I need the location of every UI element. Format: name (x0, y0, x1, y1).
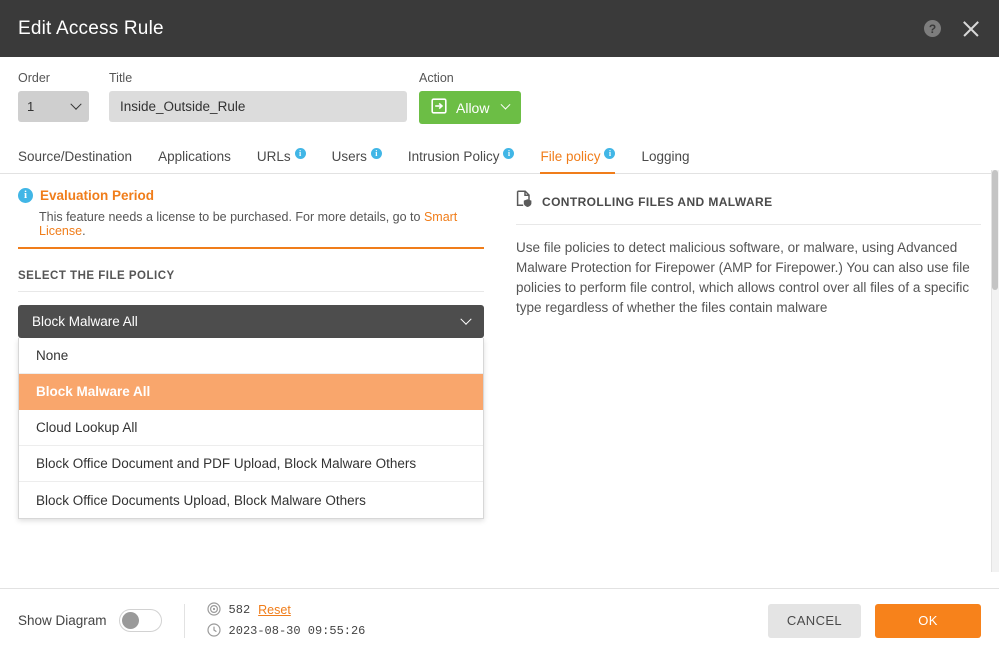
tab-label: Users (331, 149, 367, 164)
timestamp-row: 2023-08-30 09:55:26 (206, 622, 366, 640)
dropdown-option-label: Block Malware All (36, 384, 151, 399)
dropdown-option-label: None (36, 348, 69, 363)
target-icon (206, 601, 221, 619)
clock-icon (206, 622, 221, 640)
action-value: Allow (456, 99, 490, 116)
evaluation-title: Evaluation Period (40, 188, 155, 203)
tab-file-policy[interactable]: File policy i (540, 148, 616, 174)
file-shield-icon (516, 190, 533, 213)
cancel-button[interactable]: CANCEL (768, 603, 861, 638)
evaluation-text-end: . (82, 224, 86, 238)
order-label: Order (18, 71, 50, 85)
tab-label: Source/Destination (18, 149, 133, 164)
evaluation-period-notice: i Evaluation Period This feature needs a… (18, 188, 484, 249)
file-policy-pane: i Evaluation Period This feature needs a… (0, 174, 502, 574)
dropdown-option-none[interactable]: None (19, 338, 483, 374)
action-field-group: Action Allow (419, 71, 522, 124)
hit-count-value: 582 (228, 603, 251, 617)
file-policy-selected-value: Block Malware All (32, 314, 138, 329)
rule-tabs: Source/Destination Applications URLs i U… (0, 140, 999, 174)
dropdown-option-cloud-lookup-all[interactable]: Cloud Lookup All (19, 410, 483, 446)
info-panel-body: Use file policies to detect malicious so… (516, 240, 970, 315)
show-diagram-toggle[interactable] (118, 609, 162, 632)
chevron-down-icon (460, 313, 472, 325)
dropdown-option-block-office-pdf-upload[interactable]: Block Office Document and PDF Upload, Bl… (19, 446, 483, 482)
tab-label: Logging (641, 149, 690, 164)
info-badge-icon: i (370, 148, 382, 159)
chevron-down-icon (70, 98, 82, 110)
info-badge-icon: i (604, 148, 616, 159)
tab-label: Applications (158, 149, 231, 164)
dialog-titlebar: Edit Access Rule ? (0, 0, 999, 57)
tab-applications[interactable]: Applications (158, 149, 231, 173)
tab-logging[interactable]: Logging (641, 149, 689, 173)
dropdown-option-block-office-documents-upload[interactable]: Block Office Documents Upload, Block Mal… (19, 482, 483, 518)
dialog-footer: Show Diagram 582 Reset 2023-08-30 09:55:… (0, 588, 999, 652)
close-icon[interactable] (961, 19, 981, 39)
tab-label: URLs (256, 149, 291, 164)
scrollbar-thumb[interactable] (992, 170, 998, 290)
dropdown-option-label: Cloud Lookup All (36, 420, 138, 435)
edit-access-rule-dialog: Edit Access Rule ? Order 1 Title Action (0, 0, 999, 652)
footer-divider (183, 603, 185, 638)
info-badge-icon: i (294, 148, 306, 159)
vertical-scrollbar[interactable] (991, 170, 999, 572)
tab-source-destination[interactable]: Source/Destination (18, 149, 132, 173)
reset-hit-count-link[interactable]: Reset (258, 603, 291, 617)
tab-intrusion-policy[interactable]: Intrusion Policy i (407, 148, 515, 173)
ok-button[interactable]: OK (875, 603, 981, 638)
info-circle-icon: i (18, 188, 33, 203)
titlebar-actions: ? (924, 19, 981, 39)
evaluation-header: i Evaluation Period (18, 188, 484, 203)
tab-users[interactable]: Users i (331, 148, 382, 173)
rule-stats: 582 Reset 2023-08-30 09:55:26 (206, 601, 366, 640)
file-policy-select[interactable]: Block Malware All (18, 305, 484, 338)
order-value: 1 (27, 99, 35, 114)
chevron-down-icon (501, 99, 511, 110)
last-hit-timestamp: 2023-08-30 09:55:26 (228, 624, 366, 638)
action-allow-button[interactable]: Allow (419, 91, 522, 124)
rule-title-input[interactable] (109, 91, 407, 122)
tab-urls[interactable]: URLs i (256, 148, 306, 173)
rule-form-row: Order 1 Title Action Allow (0, 57, 999, 124)
dialog-title: Edit Access Rule (18, 17, 164, 39)
toggle-knob (121, 611, 139, 629)
order-select[interactable]: 1 (18, 91, 89, 122)
tab-label: File policy (540, 149, 601, 164)
info-badge-icon: i (503, 148, 515, 159)
show-diagram-label: Show Diagram (18, 613, 107, 628)
select-file-policy-label: SELECT THE FILE POLICY (18, 270, 484, 292)
dropdown-option-label: Block Office Documents Upload, Block Mal… (36, 492, 366, 508)
hit-count-row: 582 Reset (206, 601, 366, 619)
evaluation-text: This feature needs a license to be purch… (39, 210, 484, 238)
order-field-group: Order 1 (18, 71, 91, 122)
dialog-body: i Evaluation Period This feature needs a… (0, 174, 999, 574)
file-policy-dropdown: None Block Malware All Cloud Lookup All … (18, 338, 484, 519)
info-panel-title: CONTROLLING FILES AND MALWARE (542, 194, 773, 209)
allow-arrow-icon (431, 98, 447, 117)
title-field-group: Title (109, 71, 407, 122)
title-label: Title (109, 71, 133, 85)
dropdown-option-label: Block Office Document and PDF Upload, Bl… (36, 456, 417, 471)
dropdown-option-block-malware-all[interactable]: Block Malware All (19, 374, 483, 410)
evaluation-text-body: This feature needs a license to be purch… (39, 210, 424, 224)
action-label: Action (419, 71, 454, 85)
info-panel-header: CONTROLLING FILES AND MALWARE (516, 190, 981, 225)
info-panel: CONTROLLING FILES AND MALWARE Use file p… (502, 174, 999, 574)
help-circle-icon[interactable]: ? (924, 20, 941, 37)
tab-label: Intrusion Policy (407, 149, 500, 164)
